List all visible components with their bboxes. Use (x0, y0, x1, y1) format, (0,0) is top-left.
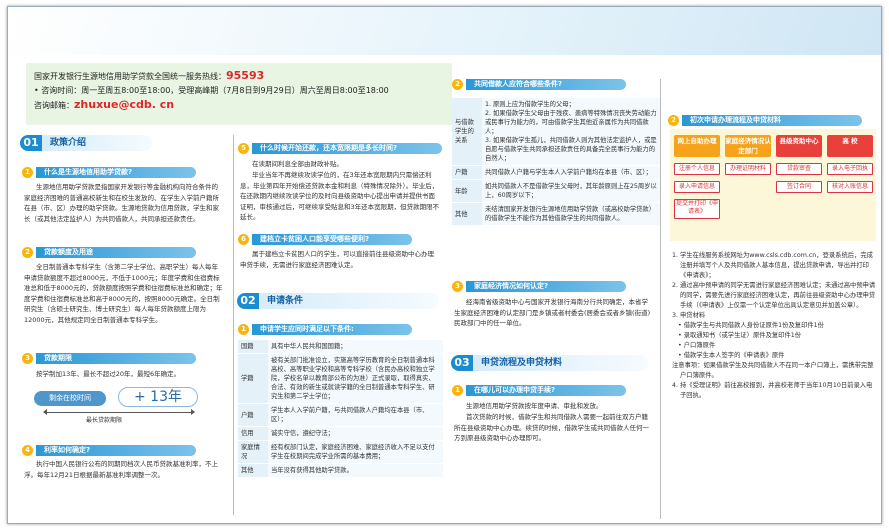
flow-step: 录入电子回执 (827, 163, 873, 175)
condition-value: 被有关部门批准设立，实施高等学历教育的全日制普通本科高校、高等职业学校和高等专科… (268, 353, 443, 404)
section-conditions: 02 申请条件 (237, 293, 439, 309)
term-range-line (43, 409, 195, 415)
plus-13-years: + 13年 (118, 387, 198, 407)
condition-row: 国籍 具有中华人民共和国国籍； (238, 339, 443, 354)
condition-header: 学籍 (238, 353, 268, 404)
sub-poverty: 6 建档立卡贫困人口能享受哪些便利? (238, 234, 412, 245)
condition-header: 户籍 (238, 403, 268, 427)
flow-column: 高 校录入电子回执 核对入账信息 (827, 135, 873, 193)
flow-step: 办理证明材料 (725, 163, 771, 175)
flow-step: 录入申请信息 (674, 181, 720, 193)
condition-row: 家庭情况 经有权部门认定，家庭经济困难、家庭经济收入不足以支付学生在校期间完成学业… (238, 440, 443, 464)
text-repay-2: 毕业当年不再继续攻读学位的，在3年还本宽限期内只需偿还利息，毕业第四年开始偿还贷… (240, 171, 440, 221)
sub-rate: 4 利率如何确定? (22, 445, 196, 456)
divider-1 (233, 135, 234, 515)
section-process: 03 申贷流程及申贷材料 (451, 355, 648, 371)
condition-row: 学籍 被有关部门批准设立，实施高等学历教育的全日制普通本科高校、高等职业学校和高等… (238, 353, 443, 404)
step-item: 1. 学生在线服务系统网址为www.csls.cdb.com.cn，登录系统后，… (672, 252, 873, 279)
flow-header: 高 校 (827, 135, 873, 157)
co-borrower-table: 与借款学生的关系 1. 原则上应为借款学生的父母； 2. 如果借款学生父母由于残疾、… (452, 97, 660, 225)
condition-header: 国籍 (238, 339, 268, 354)
co-borrower-row: 其他 未结清国家开发银行生源地信用助学贷款（或高校助学贷款）的借款学生不能作为其他… (452, 202, 660, 225)
condition-header: 信用 (238, 426, 268, 441)
co-borrower-header: 户籍 (452, 165, 482, 180)
text-rate: 执行中国人民银行公布的同期同档次人民币贷款基准利率，不上浮。每年12月21日根据… (24, 460, 218, 479)
co-borrower-header: 其他 (452, 202, 482, 225)
sub-where: 1 在哪儿可以办理申贷手续? (452, 385, 626, 396)
flow-column: 县级资助中心贷款审查签订合同 (776, 135, 822, 193)
condition-value: 具有中华人民共和国国籍； (268, 339, 443, 354)
text-term: 按学制加13年、最长不超过20年，最短6年确定。 (36, 370, 181, 378)
max-term-label: 最长贷款期限 (86, 417, 123, 424)
hotline-hours: • 咨询时间：周一至周五8:00至18:00，受理高峰期（7月8日到9月29日）… (34, 86, 389, 95)
flow-step: 提交并打印《申请表》 (674, 199, 720, 219)
hotline-box: 国家开发银行生源地信用助学贷款全国统一服务热线：95593 • 咨询时间：周一至… (26, 63, 452, 125)
hotline-label: 国家开发银行生源地信用助学贷款全国统一服务热线： (34, 72, 226, 81)
sub-student-conditions: 1 申请学生应同时满足以下条件: (238, 324, 412, 335)
brochure: 国家开发银行生源地信用助学贷款全国统一服务热线：95593 • 咨询时间：周一至… (7, 6, 882, 524)
co-borrower-header: 与借款学生的关系 (452, 97, 482, 166)
flow-step: 注册个人信息 (674, 163, 720, 175)
term-diagram: 剩余在校时间 + 13年 最长贷款期限 (22, 387, 222, 427)
step-item: 2. 通过高中预申请的同学无需进行家庭经济困难认定；未通过高中预申请的同学，需要… (672, 282, 876, 309)
sub-term: 3 贷款期限 (22, 353, 196, 364)
remaining-time-pill: 剩余在校时间 (34, 391, 106, 406)
flow-column: 网上自助办理注册个人信息 录入申请信息提交并打印《申请表》 (674, 135, 720, 219)
co-borrower-header: 年龄 (452, 179, 482, 203)
sub-first-apply: 2 初次申请办理流程及申贷材料 (668, 115, 862, 126)
co-borrower-value: 未结清国家开发银行生源地信用助学贷款（或高校助学贷款）的借款学生不能作为其他借款… (482, 202, 660, 225)
hotline-mail[interactable]: zhuxue@cdb. cn (74, 98, 174, 111)
flow-header: 县级资助中心 (776, 135, 822, 157)
condition-row: 户籍 学生本人入学前户籍，与共同借款人户籍均在本县（市、区）； (238, 403, 443, 427)
mail-label: 咨询邮箱： (34, 101, 74, 110)
co-borrower-row: 与借款学生的关系 1. 原则上应为借款学生的父母； 2. 如果借款学生父母由于残疾、… (452, 97, 660, 166)
flow-header: 家庭经济情况认定部门 (725, 135, 771, 157)
text-amount: 全日制普通本专科学生（含第二学士学位、高职学生）每人每年申请贷款额度不超过800… (24, 263, 223, 324)
flow-step: 贷款审查 (776, 163, 822, 175)
co-borrower-value: 共同借款人户籍与学生本人入学前户籍均在本县（市、区）； (482, 165, 660, 180)
sub-amount: 2 贷款额度及用途 (22, 247, 196, 258)
flow-header: 网上自助办理 (674, 135, 720, 157)
step-item: 注意事项：如果借款学生及共同借款人不在同一本户口簿上，需携带完整户口簿原件。 (672, 362, 874, 379)
step-item: 4. 持《受理证明》前往高校报到，并高校老师于当年10月10日前录入电子回执。 (672, 382, 873, 399)
divider-3 (660, 79, 661, 519)
sub-what-is-loan: 1 什么是生源地信用助学贷款? (22, 167, 196, 178)
flow-column: 家庭经济情况认定部门办理证明材料 (725, 135, 771, 175)
hotline-phone[interactable]: 95593 (226, 69, 264, 82)
text-family-check: 经海南省级资助中心与国家开发银行海南分行共同确定，本省学生家庭经济困难的认定部门… (454, 298, 651, 327)
co-borrower-value: 1. 原则上应为借款学生的父母； 2. 如果借款学生父母由于残疾、患病等特殊情况丧… (482, 97, 660, 166)
condition-value: 学生本人入学前户籍，与共同借款人户籍均在本县（市、区）； (268, 403, 443, 427)
sub-family-check: 3 家庭经济情况如何认定? (452, 281, 626, 292)
condition-header: 家庭情况 (238, 440, 268, 464)
step-item: • 户口簿原件 (678, 342, 716, 349)
text-what-is-loan: 生源地信用助学贷款是指国家开发银行等金融机构向符合条件的家庭经济困难的普通高校新… (24, 183, 219, 223)
co-borrower-row: 户籍 共同借款人户籍与学生本人入学前户籍均在本县（市、区）； (452, 165, 660, 180)
condition-row: 信用 诚实守信，遵纪守法； (238, 426, 443, 441)
condition-header: 其他 (238, 463, 268, 477)
condition-value: 经有权部门认定，家庭经济困难、家庭经济收入不足以支付学生在校期间完成学业所需的基… (268, 440, 443, 464)
text-where-2: 首次贷款的时候，借款学生和共同借款人需要一起前往双方户籍所在县级资助中心办理。续… (454, 413, 649, 442)
step-item: • 借款学生与共同借款人身份证原件1份及复印件1份 (678, 322, 824, 329)
step-item: • 录取通知书（或学生证）原件及复印件1份 (678, 332, 802, 339)
flow-step: 签订合同 (776, 181, 822, 193)
sub-repay: 5 什么时候开始还款，还本宽限期是多长时间? (238, 143, 442, 154)
text-repay-1: 在读期间利息全部由财政补贴。 (252, 160, 343, 168)
steps-list: 1. 学生在线服务系统网址为www.csls.cdb.com.cn，登录系统后，… (672, 251, 876, 401)
text-where-1: 生源地信用助学贷款按年度申请、审批和发放。 (466, 402, 603, 410)
conditions-table: 国籍 具有中华人民共和国国籍； 学籍 被有关部门批准设立，实施高等学历教育的全日制普通… (238, 339, 443, 477)
co-borrower-row: 年龄 如共同借款人不是借款学生父母时，其年龄原则上在25周岁以上，60周岁以下； (452, 179, 660, 203)
sub-co-borrower: 2 共同借款人应符合哪些条件? (452, 79, 626, 90)
step-item: • 借款学生本人签字的《申请表》原件 (678, 352, 785, 359)
step-item: 3. 申贷材料 (672, 312, 706, 319)
condition-value: 当年没有获得其他助学贷款。 (268, 463, 443, 477)
section-policy: 01 政策介绍 (20, 135, 152, 151)
flow-step: 核对入账信息 (827, 181, 873, 193)
header-wave (8, 7, 881, 55)
condition-value: 诚实守信，遵纪守法； (268, 426, 443, 441)
condition-row: 其他 当年没有获得其他助学贷款。 (238, 463, 443, 477)
co-borrower-value: 如共同借款人不是借款学生父母时，其年龄原则上在25周岁以上，60周岁以下； (482, 179, 660, 203)
text-poverty: 属于建档立卡贫困人口的学生，可以直接前往县级资助中心办理申贷手续，无需进行家庭经… (240, 250, 434, 269)
